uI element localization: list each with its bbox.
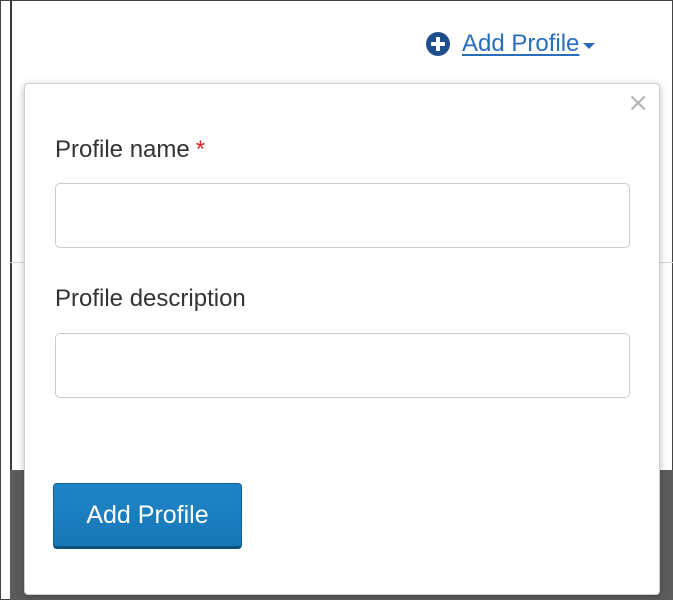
- profile-name-label: Profile name *: [55, 136, 205, 164]
- plus-circle-icon: [426, 32, 450, 56]
- profile-name-label-text: Profile name: [55, 136, 190, 163]
- add-profile-link[interactable]: Add Profile: [462, 30, 579, 58]
- profile-description-label: Profile description: [55, 285, 246, 312]
- add-profile-dropdown-trigger[interactable]: Add Profile: [426, 30, 596, 58]
- profile-name-input[interactable]: [55, 183, 630, 248]
- add-profile-popover: × Profile name * Profile description Add …: [24, 83, 660, 595]
- profile-description-input[interactable]: [55, 333, 630, 398]
- add-profile-button[interactable]: Add Profile: [53, 483, 242, 549]
- caret-down-icon: [583, 42, 596, 49]
- required-marker: *: [195, 136, 206, 163]
- close-icon[interactable]: ×: [627, 90, 649, 116]
